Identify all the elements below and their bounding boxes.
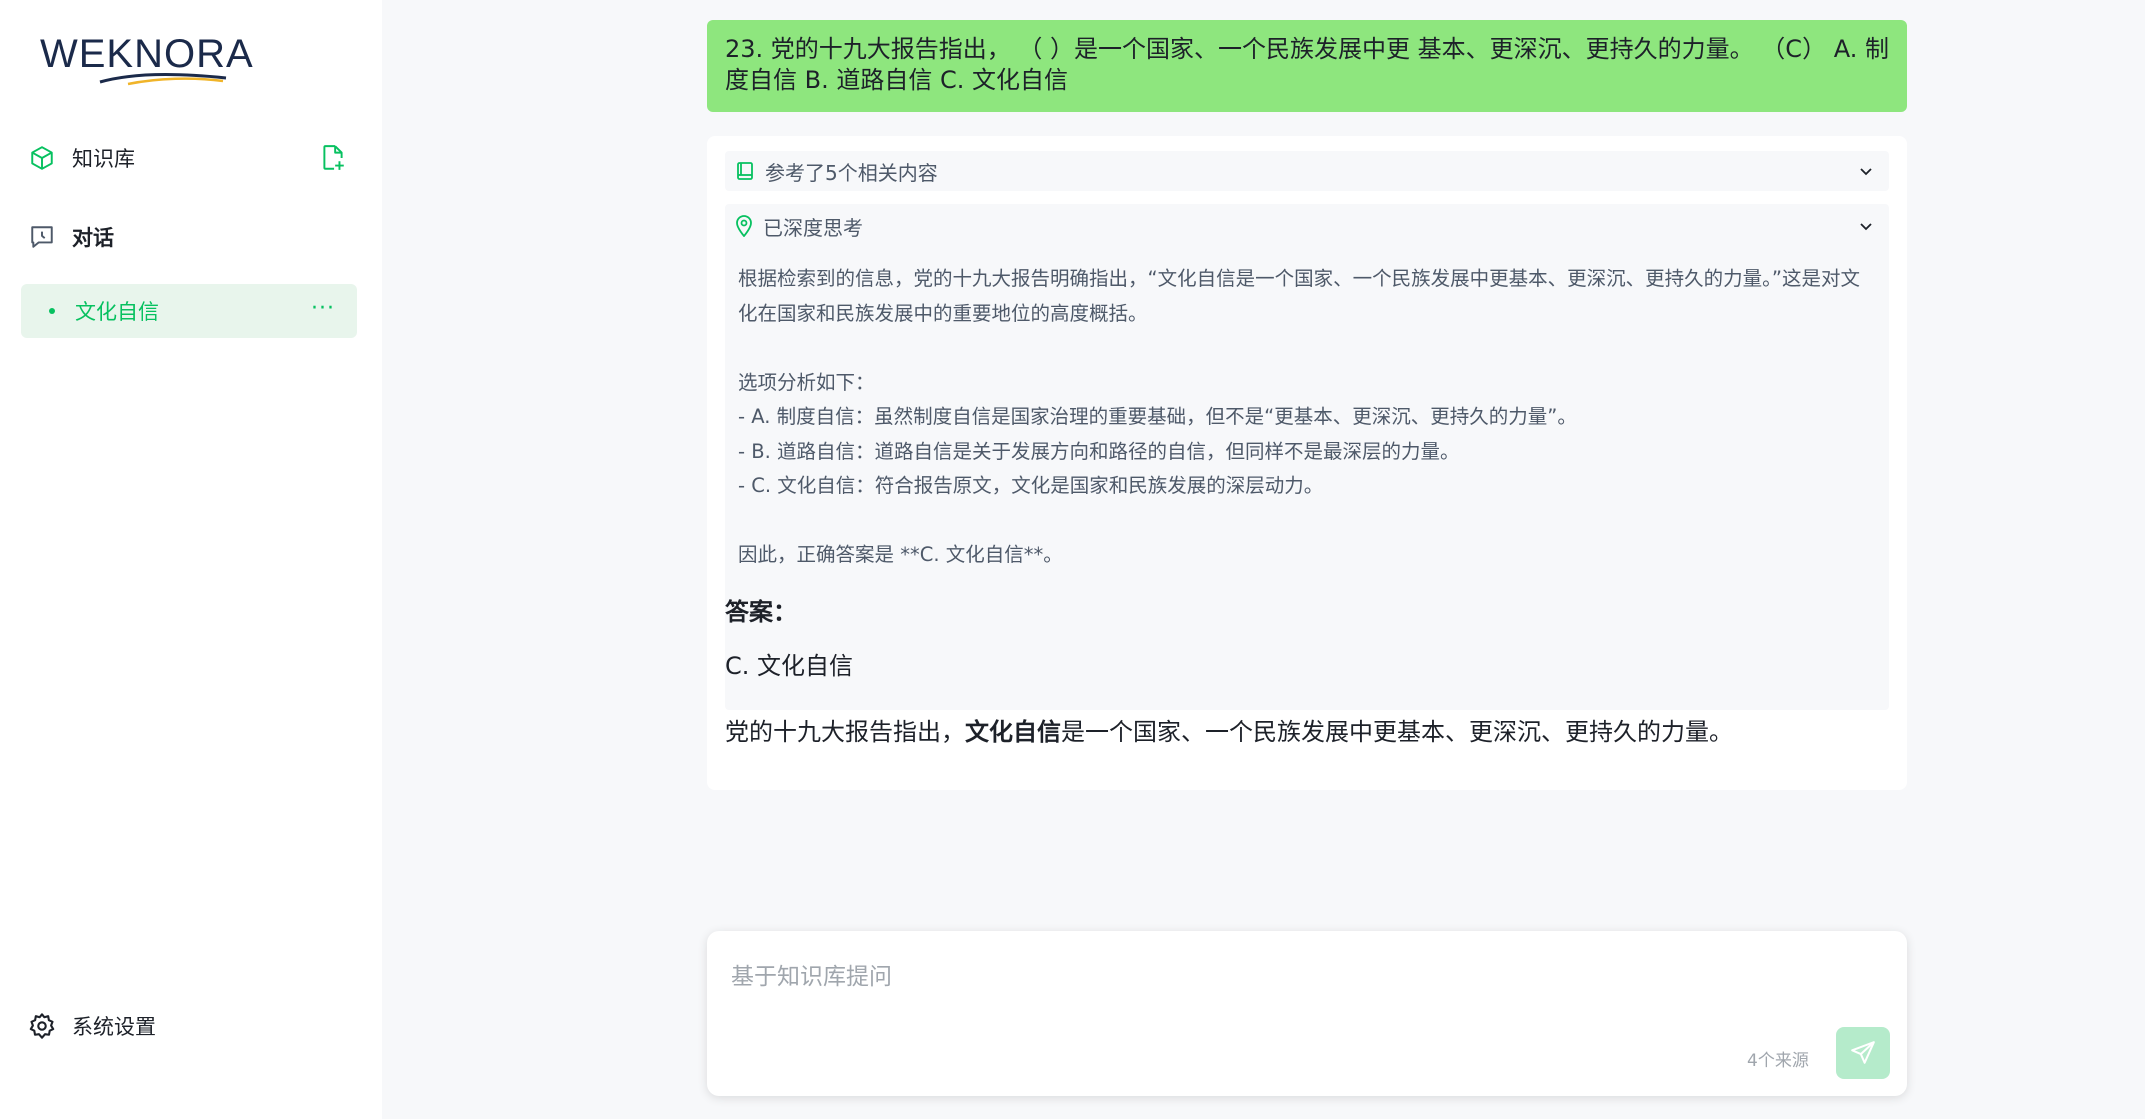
answer-text-after: 是一个国家、一个民族发展中更基本、更深沉、更持久的力量。 <box>1061 718 1733 746</box>
nav-knowledge-base-label: 知识库 <box>72 147 135 171</box>
thinking-line: 根据检索到的信息，党的十九大报告明确指出，“文化自信是一个国家、一个民族发展中更… <box>738 267 1860 325</box>
thinking-line: 选项分析如下： <box>738 370 875 394</box>
nav-settings-label: 系统设置 <box>72 1015 156 1039</box>
thinking-spacer <box>738 504 1878 539</box>
answer-title: 答案： <box>725 598 797 626</box>
sources-count[interactable]: 4个来源 <box>1747 1046 1809 1071</box>
chat-history-icon <box>28 223 56 251</box>
references-label: 参考了5个相关内容 <box>765 160 938 185</box>
user-question-bubble: 23. 党的十九大报告指出， （ ）是一个国家、一个民族发展中更 基本、更深沉、… <box>707 20 1907 112</box>
book-icon <box>735 161 755 181</box>
thinking-toggle[interactable]: 已深度思考 <box>725 204 1889 248</box>
chevron-down-icon <box>1857 161 1875 185</box>
logo-swoosh-icon <box>99 73 227 86</box>
thinking-label: 已深度思考 <box>763 215 863 240</box>
chevron-down-icon <box>1857 216 1875 240</box>
thinking-content: 根据检索到的信息，党的十九大报告明确指出，“文化自信是一个国家、一个民族发展中更… <box>738 262 1878 573</box>
answer-text-before: 党的十九大报告指出， <box>725 718 965 746</box>
thinking-spacer <box>738 331 1878 366</box>
answer-card: 参考了5个相关内容 已深度思考 根据检索到的信息，党的十九大报告明确指出，“文化… <box>707 136 1907 790</box>
send-button[interactable] <box>1836 1027 1890 1079</box>
location-pin-icon <box>735 215 753 237</box>
nav-chat[interactable]: 对话 <box>28 219 114 255</box>
weknora-logo: WEKNORA <box>40 34 260 96</box>
session-active-dot <box>49 308 55 314</box>
answer-choice: C. 文化自信 <box>725 652 854 680</box>
thinking-line: - A. 制度自信：虽然制度自信是国家治理的重要基础，但不是“更基本、更深沉、更… <box>738 405 1577 428</box>
session-title: 文化自信 <box>75 300 159 324</box>
sidebar: WEKNORA 知识库 对话 文化自信 ··· 系统设置 <box>0 0 382 1119</box>
chat-input-box: 4个来源 <box>707 931 1907 1096</box>
thinking-panel: 已深度思考 根据检索到的信息，党的十九大报告明确指出，“文化自信是一个国家、一个… <box>725 204 1889 710</box>
thinking-line: - B. 道路自信：道路自信是关于发展方向和路径的自信，但同样不是最深层的力量。 <box>738 439 1460 463</box>
nav-chat-label: 对话 <box>72 226 114 250</box>
session-more-button[interactable]: ··· <box>311 296 335 321</box>
thinking-line: 因此，正确答案是 **C. 文化自信**。 <box>738 543 1063 566</box>
nav-settings[interactable]: 系统设置 <box>28 1008 156 1044</box>
nav-knowledge-base[interactable]: 知识库 <box>28 140 135 176</box>
answer-text-bold: 文化自信 <box>965 718 1061 746</box>
answer-text: 党的十九大报告指出，文化自信是一个国家、一个民族发展中更基本、更深沉、更持久的力… <box>725 712 1733 747</box>
references-toggle[interactable]: 参考了5个相关内容 <box>725 151 1889 191</box>
send-icon <box>1851 1041 1875 1064</box>
gear-icon <box>28 1012 56 1040</box>
question-input[interactable] <box>729 955 1883 1039</box>
add-knowledge-button[interactable] <box>318 142 348 174</box>
session-item[interactable]: 文化自信 ··· <box>21 284 357 338</box>
thinking-line: - C. 文化自信：符合报告原文，文化是国家和民族发展的深层动力。 <box>738 474 1324 497</box>
file-plus-icon <box>323 145 344 170</box>
cube-icon <box>28 144 56 172</box>
